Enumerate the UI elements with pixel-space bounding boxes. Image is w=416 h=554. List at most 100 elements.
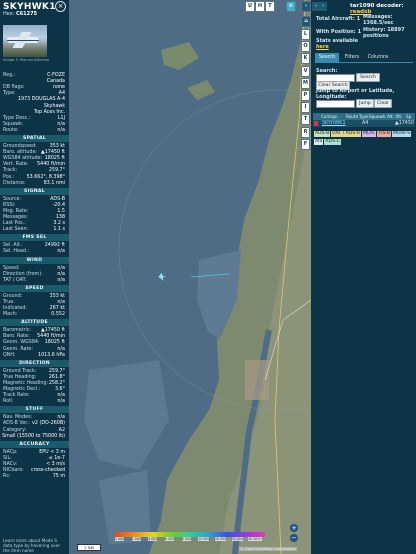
- section-signal[interactable]: SIGNAL: [0, 187, 69, 195]
- collapse-panel-icon[interactable]: ›: [301, 1, 311, 12]
- toggle-t-button[interactable]: T: [265, 1, 275, 12]
- section-fms[interactable]: FMS SEL: [0, 234, 69, 242]
- direction-value: 261.8°: [48, 374, 65, 380]
- direction-row: Ground Track: 259.7°: [3, 369, 65, 375]
- stats-link[interactable]: here: [316, 44, 358, 50]
- map-toggle-p-button[interactable]: P: [301, 90, 310, 101]
- section-direction[interactable]: DIRECTION: [0, 359, 69, 367]
- speed-value: 353 kt: [49, 293, 65, 299]
- tab-columns[interactable]: Columns: [366, 53, 390, 62]
- accuracy-label: NACv:: [3, 461, 18, 467]
- accuracy-label: SIL:: [3, 455, 12, 461]
- wind-row: Direction (from): n/a: [3, 272, 65, 278]
- column-header[interactable]: Type: [359, 113, 369, 120]
- map-attribution[interactable]: © OpenStreetMap contributors: [239, 547, 297, 551]
- section-speed[interactable]: SPEED: [0, 284, 69, 292]
- spatial-row: Track: 259.7°: [3, 168, 65, 174]
- stuff-value: v2 (DO-260B): [32, 421, 65, 427]
- altitude-tick-label: 6 000: [165, 537, 175, 541]
- toggle-u-button[interactable]: U: [245, 1, 255, 12]
- details-label: Route:: [3, 127, 19, 133]
- map-toggle-r-button[interactable]: R: [301, 126, 310, 138]
- jump-input[interactable]: [316, 100, 355, 108]
- altitude-value: 18025 ft: [44, 340, 65, 346]
- details-value: Top Aces Inc.: [33, 109, 65, 115]
- stuff-value: Small (15500 to 75000 lb): [2, 433, 65, 439]
- signal-value: -20.4: [52, 202, 65, 208]
- row-callsign[interactable]: SKYHWK1: [322, 120, 346, 127]
- tab-divider: [315, 62, 413, 63]
- spatial-label: Track:: [3, 168, 18, 174]
- decoder-text: decoder:: [376, 3, 404, 9]
- wind-row: TAT / OAT: n/a: [3, 278, 65, 284]
- details-value: L1J: [57, 115, 65, 121]
- map-toggle-l-button[interactable]: L: [301, 29, 310, 40]
- table-row[interactable]: SKYHWK1 A4 ▲17450: [313, 120, 415, 127]
- column-header[interactable]: Route: [346, 113, 358, 120]
- direction-value: n/a: [57, 399, 65, 405]
- jump-button[interactable]: Jump: [356, 99, 374, 108]
- map-toggle-o-button[interactable]: O: [301, 41, 310, 53]
- map-toggle-f-button[interactable]: F: [301, 138, 310, 150]
- wind-label: TAT / OAT:: [3, 277, 27, 283]
- direction-value: 259.7°: [48, 368, 65, 374]
- altitude-tick-label: 10 000: [198, 537, 210, 541]
- column-header[interactable]: Sp: [406, 113, 411, 120]
- accuracy-value: < 3 m/s: [46, 461, 65, 467]
- close-icon[interactable]: ×: [55, 1, 66, 12]
- source-tag: AIS: [314, 139, 324, 145]
- row-type: A4: [362, 121, 369, 126]
- map-toggle-m-button[interactable]: M: [301, 77, 310, 89]
- column-header[interactable]: Alt. (ft): [387, 113, 402, 120]
- signal-label: Last Seen:: [3, 227, 29, 233]
- details-label: Reg.:: [3, 73, 16, 78]
- accuracy-row: NACp: EPU < 3 m: [3, 450, 65, 456]
- altitude-tick-label: 40 000+: [248, 537, 263, 541]
- altitude-row: QNH: 1013.6 hPa: [3, 353, 65, 359]
- tab-filters[interactable]: Filters: [341, 53, 363, 62]
- aircraft-photo[interactable]: [3, 25, 47, 57]
- section-accuracy[interactable]: ACCURACY: [0, 440, 69, 448]
- wind-label: Direction (from):: [3, 271, 43, 277]
- section-altitude[interactable]: ALTITUDE: [0, 319, 69, 327]
- map-toggle-t-button[interactable]: T: [301, 114, 310, 126]
- zoom-in-button[interactable]: +: [290, 524, 298, 532]
- column-header[interactable]: Squawk: [369, 113, 385, 120]
- flag-icon: [314, 121, 318, 126]
- source-tag: Mode-S: [392, 131, 412, 137]
- zoom-out-button[interactable]: −: [290, 534, 298, 542]
- footer-note: Learn more about Mode S data type by hov…: [3, 538, 67, 553]
- map-toggle-v-button[interactable]: V: [301, 65, 310, 77]
- tab-search[interactable]: Search: [315, 53, 339, 62]
- hex-value: C61275: [16, 11, 38, 17]
- column-header[interactable]: Callsign: [321, 113, 337, 120]
- gear-icon[interactable]: ⚙: [286, 1, 296, 12]
- map-canvas[interactable]: U H T ⚙ › ⌂ LOKVMPITRF + − 1 000 2 000 4 0…: [69, 0, 311, 554]
- search-button[interactable]: Search: [356, 73, 380, 82]
- section-stuff[interactable]: STUFF: [0, 406, 69, 414]
- direction-label: True Heading:: [3, 374, 37, 380]
- with-position-value: 1: [357, 29, 362, 35]
- clear-jump-button[interactable]: Clear: [374, 99, 392, 108]
- details-row: 1973 DOUGLAS A-4: [3, 97, 65, 103]
- stuff-row: ADS-B Ver.: v2 (DO-260B): [3, 421, 65, 427]
- altitude-row: Geom. WGS84: 18025 ft: [3, 340, 65, 346]
- with-position-label: With Position:: [316, 29, 356, 35]
- footer-note-line2: the item name: [3, 548, 34, 553]
- history-count: History: 18897 positions: [363, 27, 415, 39]
- map-toggle-i-button[interactable]: I: [301, 102, 310, 114]
- map-toggle-k-button[interactable]: K: [301, 53, 310, 65]
- panel-nav-right-icon[interactable]: ›: [319, 2, 327, 11]
- details-row: Type Desc.: L1J: [3, 116, 65, 122]
- toggle-h-button[interactable]: H: [255, 1, 265, 12]
- source-tag: TIS-B: [377, 131, 392, 137]
- reset-view-icon[interactable]: ⌂: [301, 16, 311, 27]
- hex-label: Hex:: [3, 11, 15, 17]
- section-wind[interactable]: WIND: [0, 256, 69, 264]
- details-row: Route: n/a: [3, 128, 65, 134]
- signal-value: 1.5: [57, 208, 65, 214]
- altitude-value: n/a: [57, 346, 65, 352]
- signal-row: Source: ADS-B: [3, 197, 65, 203]
- section-spatial[interactable]: SPATIAL: [0, 135, 69, 142]
- altitude-row: Geom. Rate: n/a: [3, 347, 65, 353]
